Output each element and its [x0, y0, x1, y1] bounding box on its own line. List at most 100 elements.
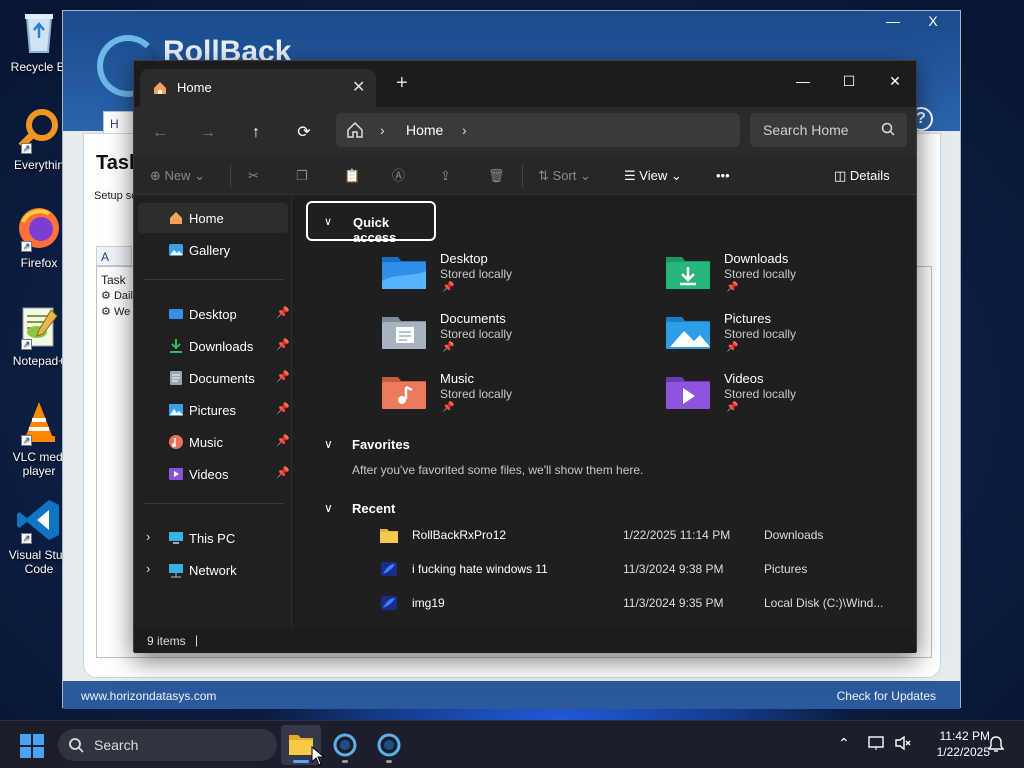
chevron-right-icon[interactable]: ›	[462, 122, 467, 138]
pin-icon[interactable]: 📌	[276, 338, 290, 351]
sidebar-item-label: Home	[189, 211, 224, 226]
volume-muted-icon[interactable]	[894, 735, 912, 768]
tab-home[interactable]: Home ✕	[140, 69, 376, 107]
quick-access-tile[interactable]: Music Stored locally 📌	[382, 371, 652, 427]
taskbar-rollback-app[interactable]	[325, 725, 365, 765]
status-separator: |	[195, 633, 199, 647]
sidebar-item-downloads[interactable]: Downloads 📌	[138, 331, 290, 361]
recent-file-date: 11/3/2024 9:38 PM	[623, 562, 724, 576]
tile-name: Pictures	[724, 311, 771, 326]
paste-icon[interactable]: 📋	[344, 157, 360, 195]
chevron-right-icon[interactable]: ›	[146, 561, 150, 576]
copy-icon[interactable]: ❐	[296, 157, 308, 195]
maximize-button[interactable]: ☐	[826, 67, 872, 95]
tile-name: Downloads	[724, 251, 789, 266]
sidebar-item-music[interactable]: Music 📌	[138, 427, 290, 457]
rollback-list-tab[interactable]: A	[96, 246, 132, 266]
system-clock[interactable]: 11:42 PM 1/22/2025	[920, 728, 990, 760]
file-explorer-window[interactable]: Home ✕ + — ☐ ✕ ← → ↑ ⟳ › Home › Search H…	[133, 60, 917, 653]
search-box[interactable]: Search Home	[750, 113, 907, 147]
recent-header[interactable]: Recent	[352, 501, 395, 516]
tile-status: Stored locally	[440, 327, 513, 341]
sidebar-item-home[interactable]: Home	[138, 203, 288, 233]
sidebar-item-this-pc[interactable]: › This PC	[138, 523, 288, 553]
up-button[interactable]: ↑	[240, 117, 272, 149]
address-segment[interactable]: Home	[406, 122, 443, 138]
quick-access-tile[interactable]: Downloads Stored locally 📌	[666, 251, 936, 307]
delete-icon[interactable]: 🗑	[488, 157, 505, 195]
chevron-right-icon[interactable]: ›	[380, 122, 385, 138]
pin-icon[interactable]: 📌	[276, 466, 290, 479]
explorer-body: Home Gallery Desktop 📌 Downloads 📌 Docum…	[134, 195, 916, 627]
pictures-icon	[168, 402, 184, 418]
navigation-pane[interactable]: Home Gallery Desktop 📌 Downloads 📌 Docum…	[134, 195, 292, 627]
videos-icon	[168, 466, 184, 482]
sidebar-item-gallery[interactable]: Gallery	[138, 235, 288, 265]
notification-bell-icon[interactable]	[987, 735, 1005, 768]
sidebar-item-videos[interactable]: Videos 📌	[138, 459, 290, 489]
network-status-icon[interactable]	[868, 735, 886, 768]
share-icon[interactable]: ⇪	[440, 157, 451, 195]
windows-logo-pane	[33, 734, 44, 745]
taskbar-search[interactable]: Search	[58, 729, 277, 761]
shortcut-arrow-icon: ↗	[21, 435, 32, 446]
tab-close-icon[interactable]: ✕	[352, 77, 365, 97]
tab-title: Home	[177, 80, 212, 95]
toolbar-divider	[522, 165, 523, 187]
pin-icon[interactable]: 📌	[276, 402, 290, 415]
chevron-down-icon[interactable]: ∨	[324, 437, 333, 451]
videos-folder-icon	[666, 373, 710, 409]
check-updates-link[interactable]: Check for Updates	[837, 689, 936, 703]
forward-button[interactable]: →	[192, 117, 224, 149]
recent-file-row[interactable]: RollBackRxPro12 1/22/2025 11:14 PM Downl…	[380, 521, 900, 551]
task-row[interactable]: ⚙ We	[101, 305, 130, 318]
chevron-down-icon[interactable]: ∨	[324, 501, 333, 515]
main-content[interactable]: ∨ Quick access Desktop Stored locally 📌 …	[294, 195, 918, 627]
rollback-close-button[interactable]: X	[918, 13, 948, 29]
recent-file-row[interactable]: i fucking hate windows 11 11/3/2024 9:38…	[380, 555, 900, 585]
address-bar[interactable]: › Home ›	[336, 113, 740, 147]
quick-access-tile[interactable]: Documents Stored locally 📌	[382, 311, 652, 367]
favorites-header[interactable]: Favorites	[352, 437, 410, 452]
chevron-right-icon[interactable]: ›	[146, 529, 150, 544]
sidebar-item-network[interactable]: › Network	[138, 555, 288, 585]
quick-access-tile[interactable]: Pictures Stored locally 📌	[666, 311, 936, 367]
sidebar-item-documents[interactable]: Documents 📌	[138, 363, 290, 393]
close-button[interactable]: ✕	[872, 67, 918, 95]
sidebar-item-pictures[interactable]: Pictures 📌	[138, 395, 290, 425]
tile-name: Videos	[724, 371, 764, 386]
minimize-button[interactable]: —	[780, 67, 826, 95]
rollback-website-link[interactable]: www.horizondatasys.com	[81, 689, 216, 703]
pin-icon[interactable]: 📌	[276, 306, 290, 319]
more-options-button[interactable]: •••	[716, 157, 730, 195]
recent-file-row[interactable]: img19 11/3/2024 9:35 PM Local Disk (C:)\…	[380, 589, 900, 619]
pin-icon[interactable]: 📌	[276, 434, 290, 447]
cut-icon[interactable]: ✂	[248, 157, 259, 195]
explorer-titlebar[interactable]: Home ✕ + — ☐ ✕	[134, 61, 916, 107]
quick-access-tile[interactable]: Desktop Stored locally 📌	[382, 251, 652, 307]
item-count: 9 items	[147, 634, 186, 648]
new-button[interactable]: ⊕ New ⌄	[150, 157, 205, 195]
chevron-up-icon[interactable]: ⌃	[838, 735, 850, 768]
taskbar-rollback-app-2[interactable]	[369, 725, 409, 765]
start-button[interactable]	[20, 734, 44, 758]
refresh-button[interactable]: ⟳	[288, 117, 320, 149]
details-label: Details	[849, 168, 890, 183]
rollback-minimize-button[interactable]: —	[878, 13, 908, 29]
view-button[interactable]: ☰ View ⌄	[624, 157, 682, 195]
running-indicator	[386, 760, 392, 763]
pin-icon: 📌	[442, 402, 455, 413]
details-button[interactable]: ◫ Details	[834, 157, 890, 195]
task-row[interactable]: ⚙ Dail	[101, 289, 133, 302]
sort-button[interactable]: ⇅ Sort ⌄	[538, 157, 591, 195]
new-tab-button[interactable]: +	[396, 73, 408, 93]
quick-access-header[interactable]: ∨ Quick access	[306, 201, 436, 245]
quick-access-tile[interactable]: Videos Stored locally 📌	[666, 371, 936, 427]
rename-icon[interactable]: Ⓐ	[392, 157, 405, 195]
task-column-header[interactable]: Task	[101, 273, 126, 287]
sidebar-divider	[144, 279, 284, 280]
pin-icon[interactable]: 📌	[276, 370, 290, 383]
sidebar-item-desktop[interactable]: Desktop 📌	[138, 299, 290, 329]
back-button[interactable]: ←	[144, 117, 176, 149]
recent-file-date: 1/22/2025 11:14 PM	[623, 528, 731, 542]
